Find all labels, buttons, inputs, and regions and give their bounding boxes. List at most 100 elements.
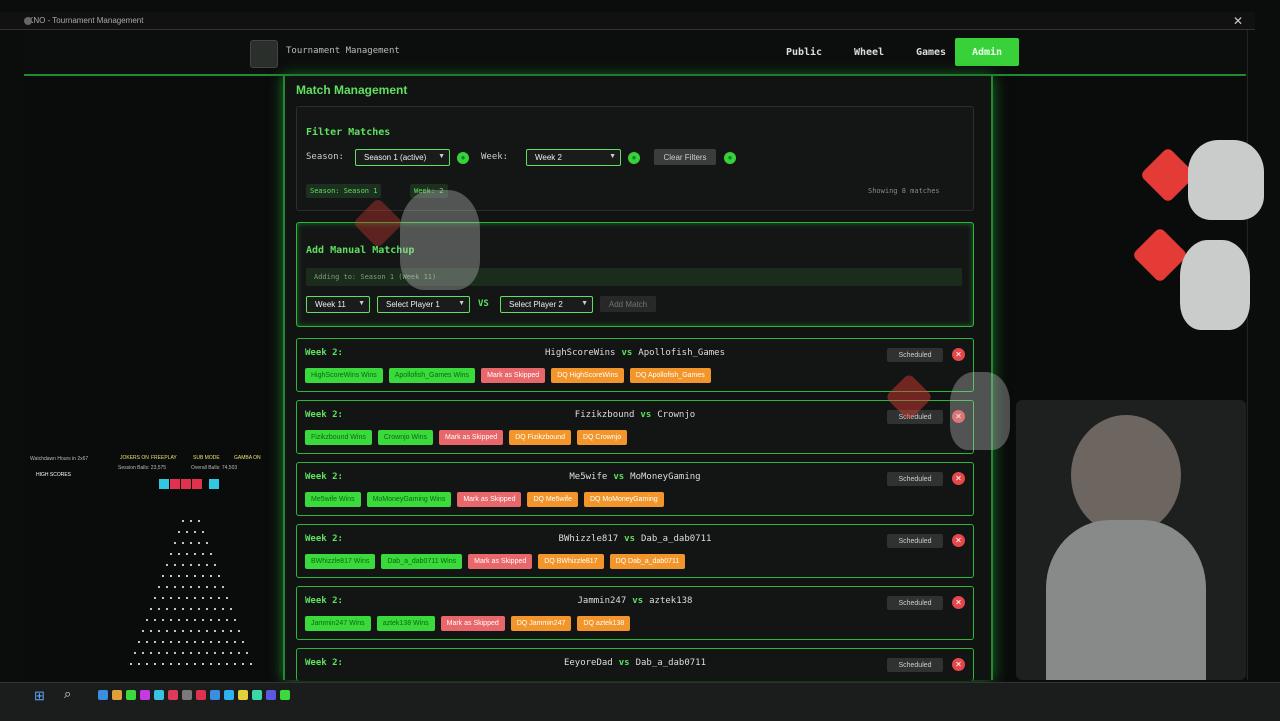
player2-wins-button[interactable]: MoMoneyGaming Wins [366,492,452,507]
taskbar-app-icon[interactable] [126,690,136,700]
season-apply-icon[interactable]: ● [457,152,469,164]
manual-week-select[interactable]: Week 11 ▼ [306,296,370,313]
player1-select[interactable]: Select Player 1 ▼ [377,296,470,313]
nav-wheel[interactable]: Wheel [838,38,900,66]
player1-wins-button[interactable]: BWhizzle817 Wins [305,554,376,569]
dq-player2-button[interactable]: DQ Crownjo [576,430,628,445]
delete-icon[interactable]: ✕ [952,534,965,547]
plinko-peg [150,652,152,654]
windows-start-icon[interactable]: ⊞ [34,688,45,704]
season-label: Season: [306,152,344,162]
mark-skipped-button[interactable]: Mark as Skipped [468,554,533,569]
dq-player1-button[interactable]: DQ BWhizzle817 [538,554,604,569]
cat-sticker-icon [950,372,1010,450]
plinko-peg [166,564,168,566]
plinko-peg [226,641,228,643]
delete-icon[interactable]: ✕ [952,348,965,361]
plinko-peg [178,553,180,555]
session-balls: Session Balls: 23,575 [118,465,167,471]
delete-icon[interactable]: ✕ [952,472,965,485]
nav-games[interactable]: Games [900,38,962,66]
plinko-peg [186,641,188,643]
player1-wins-button[interactable]: Me5wife Wins [305,492,361,507]
delete-icon[interactable]: ✕ [952,658,965,671]
plinko-peg [186,663,188,665]
player2-wins-button[interactable]: Apollofish_Games Wins [388,368,476,383]
plinko-peg [166,652,168,654]
dq-player1-button[interactable]: DQ Me5wife [527,492,578,507]
week-apply-icon[interactable]: ● [628,152,640,164]
plinko-peg [170,619,172,621]
plinko-peg [186,553,188,555]
clear-apply-icon[interactable]: ● [724,152,736,164]
mark-skipped-button[interactable]: Mark as Skipped [439,430,504,445]
taskbar-app-icon[interactable] [182,690,192,700]
plinko-peg [150,630,152,632]
taskbar-app-icon[interactable] [224,690,234,700]
plinko-peg [158,630,160,632]
dq-player1-button[interactable]: DQ Fizikzbound [509,430,571,445]
taskbar-app-icon[interactable] [140,690,150,700]
logo-icon[interactable] [250,40,278,68]
showing-count: Showing 8 matches [868,187,940,195]
dq-player2-button[interactable]: DQ Dab_a_dab0711 [609,554,686,569]
player1-wins-button[interactable]: HighScoreWins Wins [305,368,383,383]
dq-player1-button[interactable]: DQ HighScoreWins [551,368,624,383]
player1-wins-button[interactable]: Fizikzbound Wins [305,430,372,445]
taskbar-app-icon[interactable] [196,690,206,700]
plinko-peg [174,630,176,632]
active-filter-season: Season: Season 1 [306,184,382,198]
plinko-peg [178,641,180,643]
dq-player1-button[interactable]: DQ Jammin247 [510,616,572,631]
plinko-peg [210,553,212,555]
week-select[interactable]: Week 2 ▼ [526,149,621,166]
nav-admin[interactable]: Admin [955,38,1019,66]
delete-icon[interactable]: ✕ [952,596,965,609]
taskbar-app-icon[interactable] [210,690,220,700]
chevron-down-icon: ▼ [358,300,365,307]
season-select[interactable]: Season 1 (active) ▼ [355,149,450,166]
mark-skipped-button[interactable]: Mark as Skipped [457,492,522,507]
dq-player2-button[interactable]: DQ MoMoneyGaming [583,492,664,507]
taskbar-app-icon[interactable] [154,690,164,700]
add-match-button[interactable]: Add Match [600,296,656,312]
player2-wins-button[interactable]: aztek138 Wins [376,616,435,631]
mark-skipped-button[interactable]: Mark as Skipped [440,616,505,631]
plinko-peg [186,531,188,533]
taskbar-app-icon[interactable] [266,690,276,700]
plinko-peg [182,652,184,654]
vs-label: VS [478,299,489,309]
dq-player2-button[interactable]: DQ aztek138 [577,616,631,631]
search-icon[interactable]: ⌕ [64,686,71,702]
plinko-peg [198,608,200,610]
plinko-peg [214,608,216,610]
plinko-peg [174,542,176,544]
taskbar-app-icon[interactable] [112,690,122,700]
player2-wins-button[interactable]: Dab_a_dab0711 Wins [381,554,463,569]
taskbar-app-icon[interactable] [238,690,248,700]
overlay-title: Watchdawn Hours in 2x67 [30,456,89,462]
plinko-peg [146,619,148,621]
plinko-peg [190,542,192,544]
nav-public[interactable]: Public [771,38,837,66]
close-icon[interactable]: ✕ [1233,14,1243,28]
vs-text: vs [640,410,652,420]
page-title: Match Management [296,83,408,97]
plinko-peg [214,652,216,654]
player2-select[interactable]: Select Player 2 ▼ [500,296,593,313]
taskbar-app-icon[interactable] [252,690,262,700]
taskbar-app-icon[interactable] [168,690,178,700]
manual-week-value: Week 11 [315,300,346,309]
player2-wins-button[interactable]: Crownjo Wins [377,430,434,445]
taskbar-app-icon[interactable] [280,690,290,700]
plinko-peg [194,619,196,621]
match-card: Week 2: Fizikzbound vs Crownjo Scheduled ✕… [296,400,974,454]
taskbar-app-icon[interactable] [98,690,108,700]
match-players: Fizikzbound vs Crownjo [297,410,973,420]
plinko-peg [230,608,232,610]
dq-player2-button[interactable]: DQ Apollofish_Games [629,368,711,383]
clear-filters-button[interactable]: Clear Filters [654,149,716,165]
plinko-peg [190,564,192,566]
mark-skipped-button[interactable]: Mark as Skipped [481,368,546,383]
player1-wins-button[interactable]: Jammin247 Wins [305,616,371,631]
